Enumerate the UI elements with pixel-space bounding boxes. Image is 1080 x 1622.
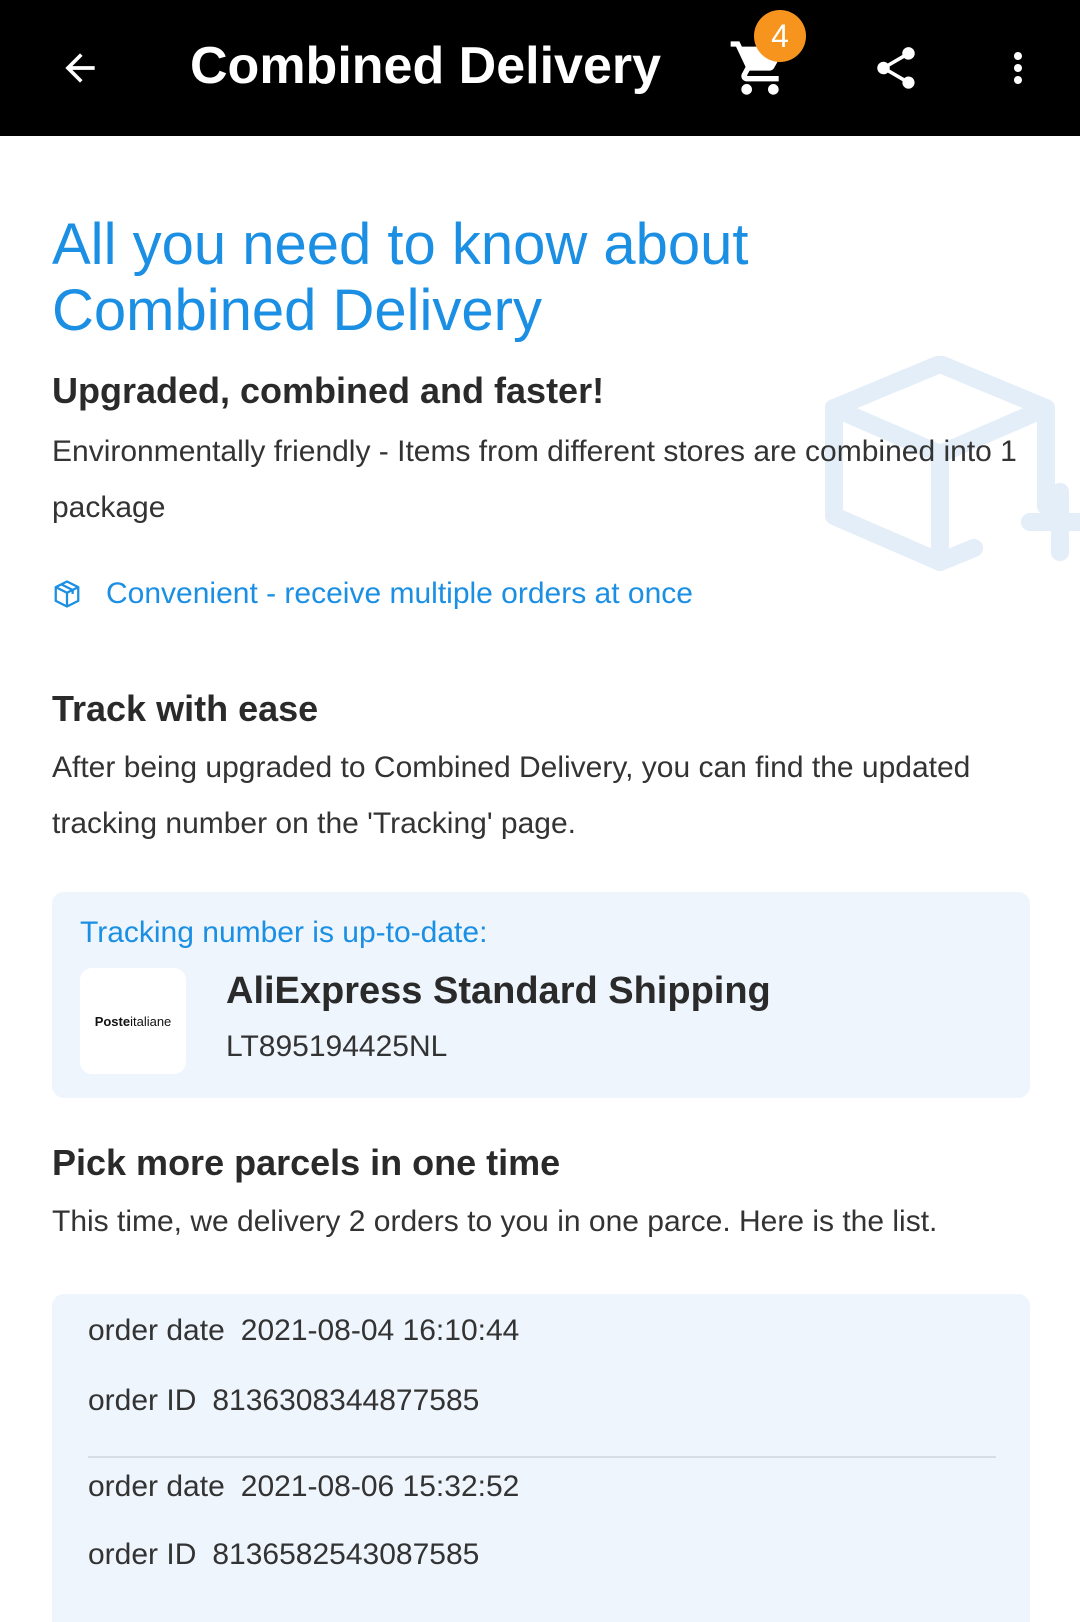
order-divider [88,1456,996,1458]
page-content: All you need to know about Combined Deli… [0,136,1080,1622]
carrier-logo: Poste italiane [80,968,186,1074]
section-body-upgraded: Environmentally friendly - Items from di… [52,435,1017,524]
top-app-bar: Combined Delivery 4 [0,0,1080,136]
order-date-row: order date 2021-08-06 15:32:52 [88,1470,519,1504]
carrier-logo-rest: italiane [130,1013,172,1029]
perk-text: Convenient - receive multiple orders at … [106,577,693,610]
section-heading-track: Track with ease [52,688,319,729]
order-id-label: order ID [88,1384,197,1417]
tracking-card: Tracking number is up-to-date: Poste ital… [52,892,1030,1098]
order-id-label: order ID [88,1538,197,1571]
order-date-row: order date 2021-08-04 16:10:44 [88,1314,519,1348]
section-heading-parcels: Pick more parcels in one time [52,1142,561,1183]
perk-item: Convenient - receive multiple orders at … [52,574,693,614]
order-date-value: 2021-08-06 15:32:52 [240,1470,520,1503]
package-icon [54,580,80,608]
order-id-row: order ID 8136308344877585 [88,1384,479,1418]
share-button[interactable] [858,30,934,106]
order-id-row: order ID 8136582543087585 [88,1538,479,1572]
cart-count-badge: 4 [754,10,806,62]
share-icon [877,47,915,89]
back-button[interactable] [44,32,116,104]
order-id-value[interactable]: 8136308344877585 [212,1384,479,1417]
carrier-logo-bold: Poste [94,1013,131,1029]
hero-title: All you need to know about Combined Deli… [52,212,749,343]
tracking-status-label: Tracking number is up-to-date: [80,916,488,949]
order-date-label: order date [88,1314,225,1347]
tracking-number[interactable]: LT895194425NL [226,1030,447,1064]
more-options-button[interactable] [990,30,1046,106]
more-vert-icon [1014,52,1022,84]
carrier-name: AliExpress Standard Shipping [226,970,771,1012]
orders-list: order date 2021-08-04 16:10:44 order ID 81… [52,1294,1030,1622]
section-body-parcels: This time, we delivery 2 orders to you i… [52,1205,938,1238]
order-date-value: 2021-08-04 16:10:44 [240,1314,520,1347]
order-date-label: order date [88,1470,225,1503]
section-heading-upgraded: Upgraded, combined and faster! [52,370,605,411]
back-arrow-icon [65,53,95,83]
section-body-track: After being upgraded to Combined Deliver… [52,751,971,840]
order-id-value[interactable]: 8136582543087585 [212,1538,479,1571]
page-title: Combined Delivery [190,37,662,95]
